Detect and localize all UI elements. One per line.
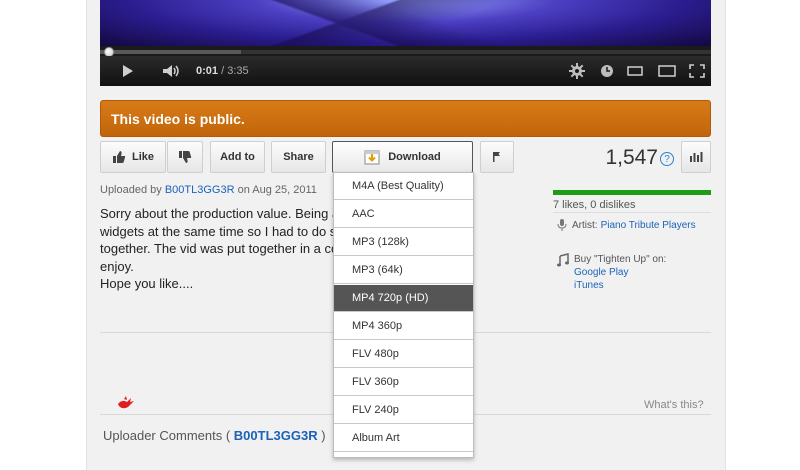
volume-button[interactable] [158, 56, 186, 86]
likes-count: 7 likes, 0 dislikes [553, 199, 636, 211]
flag-button[interactable] [480, 141, 514, 173]
video-image [100, 0, 711, 46]
player-controls: 0:01 / 3:35 [100, 56, 711, 86]
buy-text-block: Buy "Tighten Up" on: Google Play iTunes [574, 253, 666, 292]
bird-icon[interactable] [116, 395, 136, 411]
clock-icon [601, 65, 613, 77]
settings-button[interactable] [566, 56, 588, 86]
download-menu-item[interactable]: MP4 360p [334, 313, 473, 340]
flag-icon [493, 152, 500, 162]
thumbs-down-icon [179, 151, 192, 163]
add-to-button[interactable]: Add to [210, 141, 265, 173]
bar-chart-icon [690, 152, 703, 162]
buy-label: Buy "Tighten Up" on: [574, 254, 667, 265]
stats-button[interactable] [681, 141, 711, 173]
gear-icon [569, 63, 585, 79]
total-time: 3:35 [227, 65, 249, 77]
download-menu-item[interactable]: FLV 360p [334, 369, 473, 396]
uploader-comments-heading: Uploader Comments ( B00TL3GG3R ) [103, 428, 326, 443]
watch-later-button[interactable] [596, 56, 618, 86]
download-menu-item[interactable]: MP3 (64k) [334, 257, 473, 284]
small-player-button[interactable] [624, 56, 646, 86]
download-menu-item[interactable]: M4A (Best Quality) [334, 173, 473, 200]
upload-info: Uploaded by B00TL3GG3R on Aug 25, 2011 [100, 184, 317, 196]
download-menu-item[interactable]: Album Art [334, 425, 473, 452]
upload-date: on Aug 25, 2011 [234, 184, 317, 196]
like-button[interactable]: Like [100, 141, 166, 173]
download-icon [364, 150, 380, 165]
play-button[interactable] [114, 56, 142, 86]
like-label: Like [131, 151, 154, 163]
view-count: 1,547 [605, 146, 658, 169]
uploader-comments-user[interactable]: B00TL3GG3R [234, 428, 318, 443]
small-player-icon [627, 66, 643, 76]
video-frame[interactable] [100, 0, 711, 46]
likes-ratio-bar [553, 190, 711, 195]
microphone-icon [557, 219, 567, 231]
download-menu-item[interactable]: FLV 240p [334, 397, 473, 424]
download-menu-item[interactable]: MP4 720p (HD) [334, 285, 473, 312]
download-label: Download [388, 151, 441, 163]
whats-this-link[interactable]: What's this? [644, 399, 704, 411]
progress-buffered [100, 50, 241, 54]
time-display: 0:01 / 3:35 [196, 56, 256, 86]
dislike-button[interactable] [167, 141, 203, 173]
music-note-icon [557, 253, 569, 267]
help-icon[interactable]: ? [660, 152, 674, 166]
download-format-menu: M4A (Best Quality) AAC MP3 (128k) MP3 (64k)… [333, 172, 474, 458]
download-menu-item[interactable]: MP3 (128k) [334, 229, 473, 256]
progress-bar[interactable] [100, 46, 711, 57]
time-separator: / [221, 65, 225, 77]
download-menu-item[interactable]: FLV 480p [334, 341, 473, 368]
large-player-icon [658, 65, 676, 77]
artist-info: Artist: Piano Tribute Players [556, 218, 696, 232]
itunes-link[interactable]: iTunes [574, 279, 666, 292]
current-time: 0:01 [196, 65, 219, 77]
upload-prefix: Uploaded by [100, 184, 165, 196]
share-button[interactable]: Share [271, 141, 326, 173]
artist-label: Artist: [572, 219, 598, 231]
google-play-link[interactable]: Google Play [574, 266, 666, 279]
volume-icon [163, 65, 179, 77]
uploader-comments-close: ) [317, 428, 326, 443]
fullscreen-icon [689, 64, 705, 78]
fullscreen-button[interactable] [686, 56, 708, 86]
download-menu-item[interactable]: AAC [334, 201, 473, 228]
buy-info: Buy "Tighten Up" on: Google Play iTunes [556, 253, 666, 292]
large-player-button[interactable] [656, 56, 678, 86]
thumbs-up-icon [112, 151, 126, 163]
uploader-link[interactable]: B00TL3GG3R [165, 184, 235, 196]
visibility-banner: This video is public. [100, 100, 711, 137]
download-button[interactable]: Download [332, 141, 473, 173]
play-icon [123, 65, 133, 77]
sidebar-divider [553, 212, 711, 213]
uploader-comments-label: Uploader Comments ( [103, 428, 234, 443]
artist-link[interactable]: Piano Tribute Players [601, 220, 696, 231]
